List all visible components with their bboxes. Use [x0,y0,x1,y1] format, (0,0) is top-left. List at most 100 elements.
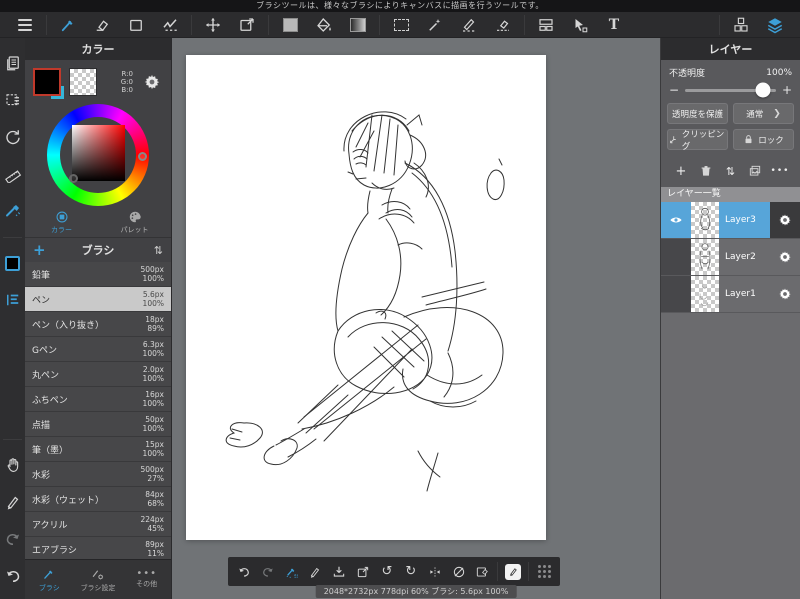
brush-row[interactable]: エアブラシ 89px 11% [25,537,171,559]
toolbar-drag-handle[interactable] [532,559,556,584]
layer-row-selected[interactable]: Layer3 [661,202,800,239]
brush-row[interactable]: アクリル 224px 45% [25,512,171,537]
material-brush-button[interactable] [0,198,25,224]
hue-handle[interactable] [138,152,147,161]
bucket-tool-button[interactable] [307,13,341,37]
opacity-slider[interactable] [685,82,776,98]
reorder-layer-button[interactable]: ⇅ [721,161,741,181]
divide-tool-button[interactable] [529,13,563,37]
color-wheel[interactable] [47,104,149,206]
opacity-plus-button[interactable]: + [782,84,792,96]
hand-tool-button[interactable] [0,452,25,478]
eraser-tool-button[interactable] [85,13,119,37]
marquee-select-button[interactable] [384,13,418,37]
canvas-bottom-toolbar: ↺ ↻ [228,557,560,586]
layers-panel-button[interactable] [758,13,792,37]
palette-icon [128,210,142,224]
brush-row[interactable]: 鉛筆 500px 100% [25,262,171,287]
flip-horizontal-button[interactable] [423,559,447,584]
saturation-value-square[interactable] [72,125,125,181]
current-color-button[interactable] [0,250,25,276]
select-panel-button[interactable] [0,87,25,113]
opacity-minus-button[interactable]: − [669,84,679,96]
undo-button[interactable] [0,563,25,589]
select-pen-button[interactable] [452,13,486,37]
material-pen-button[interactable] [501,559,525,584]
clear-icon [475,565,489,579]
clear-button[interactable] [470,559,494,584]
tab-brush[interactable]: ブラシ [25,560,74,599]
shape-tool-button[interactable] [119,13,153,37]
pen-tool-button[interactable] [304,559,328,584]
protect-alpha-button[interactable]: 透明度を保護 [667,103,728,124]
brush-row[interactable]: 水彩（ウェット） 84px 68% [25,487,171,512]
list-icon [4,291,22,309]
opacity-slider-knob[interactable] [755,82,771,98]
magic-wand-button[interactable] [418,13,452,37]
layer-settings-button[interactable] [770,276,800,312]
rotate-cw-button[interactable]: ↻ [399,559,423,584]
text-tool-button[interactable]: T [597,13,631,37]
layer-row[interactable]: Layer1 [661,276,800,313]
operation-tool-button[interactable] [563,13,597,37]
sort-brushes-button[interactable]: ⇅ [147,244,163,257]
lock-button[interactable]: ロック [733,129,794,150]
materials-panel-button[interactable] [724,13,758,37]
tab-palette[interactable]: パレット [98,208,171,237]
color-settings-button[interactable] [141,71,163,93]
brush-row[interactable]: ふちペン 16px 100% [25,387,171,412]
dot-tool-button[interactable] [153,13,187,37]
brush-row[interactable]: 点描 50px 100% [25,412,171,437]
layer-settings-button[interactable] [770,239,800,275]
pages-button[interactable] [0,50,25,76]
add-brush-button[interactable]: + [33,241,49,259]
canvas-page[interactable] [186,55,546,540]
palette-tab-label: パレット [120,226,149,234]
layer-list-button[interactable] [0,287,25,313]
layer-settings-button[interactable] [770,202,800,238]
gradient-tool-button[interactable] [341,13,375,37]
layer-visibility-toggle[interactable] [661,276,691,312]
reset-view-button[interactable] [0,124,25,150]
brush-row-selected[interactable]: ペン 5.6px 100% [25,287,171,312]
delete-layer-button[interactable] [696,161,716,181]
redo-button[interactable] [256,559,280,584]
undo-button[interactable] [232,559,256,584]
foreground-color-swatch[interactable] [33,68,64,99]
layer-more-button[interactable]: ••• [770,161,790,181]
layer-visibility-toggle[interactable] [661,239,691,275]
brush-row[interactable]: ペン（入り抜き） 18px 89% [25,312,171,337]
menu-button[interactable] [8,13,42,37]
transparent-color-swatch[interactable] [69,68,97,96]
ruler-button[interactable] [0,161,25,187]
brush-values: 16px 100% [142,390,164,408]
redo-button[interactable] [0,526,25,552]
export-button[interactable] [351,559,375,584]
rotate-ccw-icon: ↺ [381,564,393,579]
brush-tool-button[interactable] [51,13,85,37]
reset-rotation-button[interactable] [447,559,471,584]
tab-other[interactable]: ••• その他 [122,560,171,599]
tab-brush-settings[interactable]: ブラシ設定 [74,560,123,599]
brush-row[interactable]: 水彩 500px 27% [25,462,171,487]
tab-color[interactable]: カラー [25,208,98,237]
brush-row[interactable]: Gペン 6.3px 100% [25,337,171,362]
brush-select-button[interactable] [280,559,304,584]
add-layer-button[interactable]: + [671,161,691,181]
rotate-ccw-button[interactable]: ↺ [375,559,399,584]
duplicate-layer-button[interactable] [745,161,765,181]
clipping-button[interactable]: クリッピング [667,129,728,152]
pen-mode-button[interactable] [0,489,25,515]
select-eraser-button[interactable] [486,13,520,37]
blend-mode-button[interactable]: 通常 ❯ [733,103,794,124]
layer-row[interactable]: Layer2 [661,239,800,276]
transform-tool-button[interactable] [230,13,264,37]
brush-row[interactable]: 筆（墨） 15px 100% [25,437,171,462]
sv-handle[interactable] [69,174,78,183]
save-button[interactable] [327,559,351,584]
move-tool-button[interactable] [196,13,230,37]
layer-visibility-toggle[interactable] [661,202,691,238]
fill-swatch-button[interactable] [273,13,307,37]
brush-row[interactable]: 丸ペン 2.0px 100% [25,362,171,387]
rotate-cw-icon: ↻ [405,564,417,579]
